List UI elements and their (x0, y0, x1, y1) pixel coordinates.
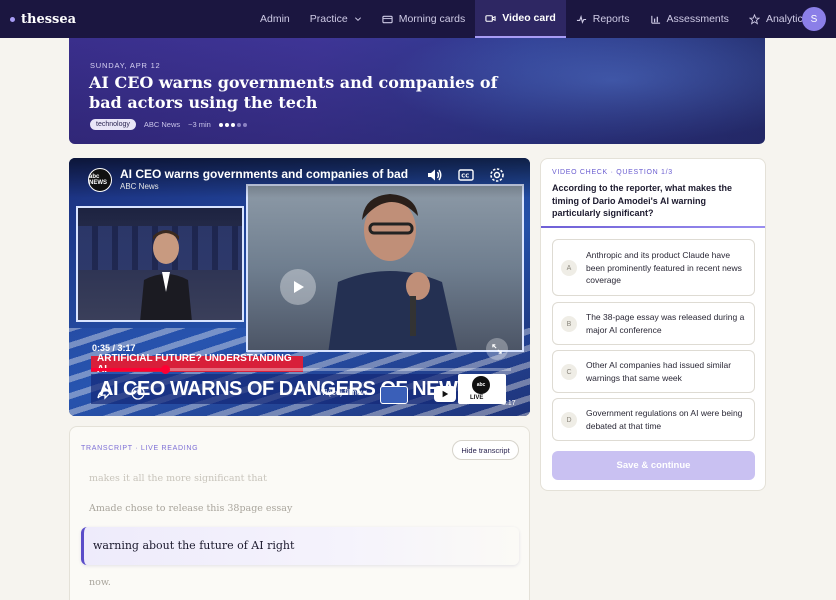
nav-item-label: Reports (592, 13, 630, 25)
video-icon (485, 14, 496, 22)
step-dots-icon (218, 122, 247, 127)
svg-text:CC: CC (461, 174, 469, 180)
expand-icon (492, 344, 502, 354)
play-icon (294, 281, 304, 293)
transcript-label: TRANSCRIPT · LIVE READING (81, 445, 199, 452)
video-time: 0:35 / 3:17 (92, 343, 136, 353)
question-divider (541, 226, 765, 228)
video-duration-overlay: 3:17 (502, 400, 516, 407)
youtube-logo[interactable] (434, 386, 456, 402)
option-letter: B (561, 316, 577, 332)
hero-title: AI CEO warns governments and companies o… (89, 73, 498, 112)
option-letter: D (561, 412, 577, 428)
nav-item-label: Admin (260, 13, 290, 25)
source-name: ABC News (143, 120, 181, 129)
save-continue-button[interactable]: Save & continue (552, 451, 755, 480)
top-nav: thessea Admin Practice Morning cards Vid… (0, 0, 836, 38)
captions-icon[interactable]: CC (457, 166, 475, 184)
transcript-line[interactable]: Amade chose to release this 38page essay (89, 503, 292, 514)
transcript-current-text: warning about the future of AI right (93, 539, 295, 552)
abc-logo-icon: abc (472, 376, 490, 394)
hero-meta: technology ABC News ~3 min (90, 119, 247, 130)
answer-option-b[interactable]: B The 38-page essay was released during … (552, 302, 755, 345)
video-progress-fill (91, 368, 166, 371)
answer-option-c[interactable]: C Other AI companies had issued similar … (552, 350, 755, 393)
avatar[interactable]: S (802, 7, 826, 31)
option-text: Anthropic and its product Claude have be… (586, 250, 742, 285)
option-letter: A (561, 260, 577, 276)
option-text: Other AI companies had issued similar wa… (586, 360, 732, 383)
question-label: VIDEO CHECK · QUESTION 1/3 (552, 169, 673, 176)
pulse-icon (576, 14, 586, 24)
hide-transcript-button[interactable]: Hide transcript (452, 440, 519, 460)
transcript-line[interactable]: makes it all the more significant that (89, 473, 267, 484)
transcript-panel: TRANSCRIPT · LIVE READING Hide transcrip… (69, 426, 530, 600)
video-progress-bar[interactable] (91, 365, 511, 374)
option-letter: C (561, 364, 577, 380)
nav-item-label: Assessments (666, 13, 729, 25)
brand-dot-icon (10, 16, 15, 22)
brand-logo[interactable]: thessea (10, 12, 76, 27)
bar-chart-icon (650, 15, 660, 24)
video-inset-anchor (76, 206, 244, 322)
chevron-down-icon (354, 17, 361, 22)
youtube-icon (442, 390, 449, 398)
option-text: Government regulations on AI were being … (586, 408, 743, 431)
answer-option-a[interactable]: A Anthropic and its product Claude have … (552, 239, 755, 296)
video-inset-speaker (246, 184, 524, 352)
read-duration: ~3 min (188, 120, 211, 129)
hero-banner: SUNDAY, APR 12 AI CEO warns governments … (69, 38, 765, 144)
live-badge: abc LIVE (458, 374, 506, 404)
channel-logo[interactable]: abc NEWS (88, 168, 112, 192)
nav-item-morning-cards[interactable]: Morning cards (372, 0, 476, 38)
watch-later-icon[interactable] (130, 385, 146, 406)
nav-item-assessments[interactable]: Assessments (640, 0, 739, 38)
nav-items: Admin Practice Morning cards Video card … (250, 0, 818, 38)
answer-option-d[interactable]: D Government regulations on AI were bein… (552, 398, 755, 441)
video-player[interactable]: abc NEWS AI CEO warns governments and co… (69, 158, 530, 416)
topic-tag[interactable]: technology (90, 119, 136, 130)
star-icon (748, 13, 760, 25)
nav-item-label: Practice (309, 13, 348, 25)
more-videos-link[interactable]: Więcej filmów (318, 388, 367, 397)
question-text: According to the reporter, what makes th… (552, 183, 733, 218)
play-button[interactable] (280, 269, 316, 305)
expand-button[interactable] (486, 338, 508, 360)
video-check-panel: VIDEO CHECK · QUESTION 1/3 According to … (540, 158, 766, 491)
nav-item-admin[interactable]: Admin (250, 0, 300, 38)
video-channel[interactable]: ABC News (120, 182, 159, 191)
volume-icon[interactable] (425, 166, 443, 184)
transcript-current-line[interactable]: warning about the future of AI right (81, 527, 519, 565)
nav-item-label: Video card (502, 12, 556, 24)
settings-icon[interactable] (488, 166, 506, 184)
option-text: The 38-page essay was released during a … (586, 312, 745, 335)
lower-third-headline: AI CEO WARNS OF DANGERS OF NEW TECH (91, 374, 471, 404)
share-icon[interactable] (96, 385, 112, 406)
more-videos-thumbnail[interactable] (380, 386, 408, 404)
anchor-figure-icon (140, 230, 192, 320)
nav-item-practice[interactable]: Practice (300, 0, 372, 38)
speaker-figure-icon (328, 194, 458, 350)
transcript-line[interactable]: now. (89, 577, 111, 588)
hero-date: SUNDAY, APR 12 (90, 61, 161, 70)
card-icon (382, 15, 393, 23)
brand-name: thessea (21, 11, 77, 27)
video-title[interactable]: AI CEO warns governments and companies o… (120, 167, 410, 181)
nav-item-video-card[interactable]: Video card (475, 0, 566, 38)
nav-item-reports[interactable]: Reports (566, 0, 640, 38)
live-badge-text: LIVE (470, 395, 484, 401)
nav-item-label: Morning cards (398, 13, 466, 25)
